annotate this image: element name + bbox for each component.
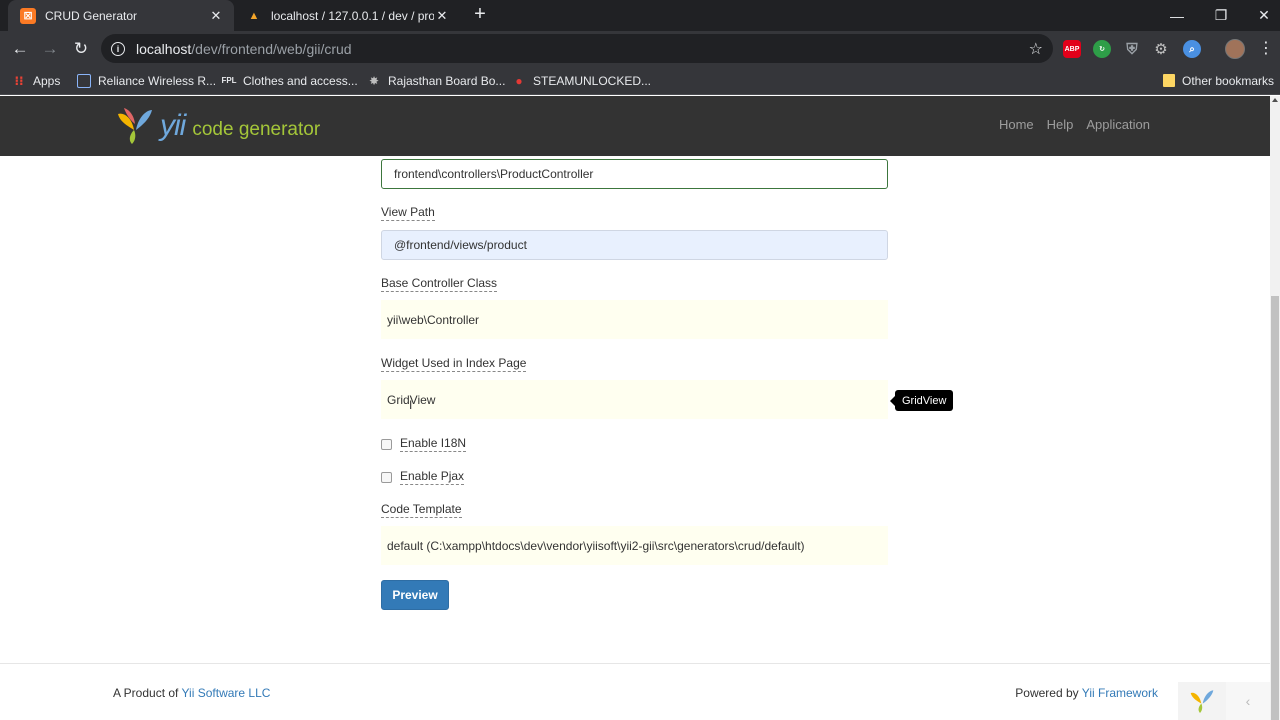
scrollbar-thumb[interactable]	[1271, 296, 1279, 720]
browser-tab-crud-generator[interactable]: ⊠ CRUD Generator ✕	[8, 0, 234, 31]
bookmark-label: Clothes and access...	[243, 73, 358, 88]
tab-title: CRUD Generator	[45, 8, 138, 23]
nav-help[interactable]: Help	[1047, 117, 1074, 132]
folder-icon	[1163, 74, 1175, 87]
tab-title: localhost / 127.0.0.1 / dev / prod	[271, 8, 434, 23]
page-viewport: yii code generator Home Help Application…	[0, 96, 1280, 720]
code-template-label: Code Template	[381, 502, 462, 518]
nav-application[interactable]: Application	[1086, 117, 1150, 132]
code-template-sticky-value[interactable]: default (C:\xampp\htdocs\dev\vendor\yiis…	[381, 526, 888, 565]
page-scrollbar[interactable]	[1270, 96, 1280, 720]
view-path-label: View Path	[381, 205, 435, 221]
back-arrow-icon[interactable]: ←	[8, 37, 32, 61]
bookmark-clothes[interactable]: FPL Clothes and access...	[221, 71, 358, 90]
phpmyadmin-favicon-icon: ▲	[248, 9, 260, 22]
footer-left: A Product of Yii Software LLC	[113, 686, 270, 700]
adblock-plus-icon[interactable]: ABP	[1063, 40, 1081, 58]
brand-text: code generator	[192, 119, 321, 140]
text-cursor-icon: I	[409, 398, 413, 412]
xampp-favicon-icon: ⊠	[20, 7, 36, 24]
browser-toolbar: ← → ↻ i localhost/dev/frontend/web/gii/c…	[0, 31, 1280, 66]
enable-i18n-checkbox[interactable]	[381, 438, 392, 450]
shield-extension-icon[interactable]: ⛨	[1123, 40, 1141, 58]
search-extension-icon[interactable]: ⌕	[1183, 40, 1201, 58]
close-window-button[interactable]: ✕	[1242, 0, 1280, 31]
bookmark-label: Apps	[33, 73, 61, 88]
footer-left-text: A Product of	[113, 686, 182, 700]
preview-button[interactable]: Preview	[381, 580, 449, 610]
nav-home[interactable]: Home	[999, 117, 1034, 132]
footer-right: Powered by Yii Framework	[1015, 686, 1158, 700]
reload-icon[interactable]: ↻	[69, 37, 93, 61]
controller-class-input[interactable]: frontend\controllers\ProductController	[381, 159, 888, 189]
steam-favicon-icon: ●	[515, 73, 523, 88]
bookmark-label: Reliance Wireless R...	[98, 73, 217, 88]
brand-yii: yii	[160, 109, 186, 142]
menu-kebab-icon[interactable]: ⋮	[1258, 39, 1274, 59]
bookmark-star-icon[interactable]: ☆	[1029, 39, 1043, 59]
yii-framework-link[interactable]: Yii Framework	[1082, 686, 1158, 700]
forward-arrow-icon[interactable]: →	[38, 37, 62, 61]
gear-extension-icon[interactable]: ⚙	[1152, 40, 1170, 58]
widget-sticky-value[interactable]: GridView	[381, 380, 888, 419]
view-path-input[interactable]: @frontend/views/product	[381, 230, 888, 260]
apps-grid-icon: ⁝⁝	[14, 73, 24, 88]
info-icon[interactable]: i	[111, 41, 125, 56]
base-controller-sticky-value[interactable]: yii\web\Controller	[381, 300, 888, 339]
chevron-left-icon[interactable]: ‹	[1226, 682, 1270, 720]
enable-pjax-row: Enable Pjax	[381, 469, 465, 485]
yii-software-link[interactable]: Yii Software LLC	[182, 686, 271, 700]
new-tab-button[interactable]: +	[469, 4, 491, 26]
avatar[interactable]	[1225, 39, 1245, 59]
address-bar[interactable]: i localhost/dev/frontend/web/gii/crud ☆	[101, 34, 1053, 63]
widget-label: Widget Used in Index Page	[381, 356, 527, 372]
yii-logo-icon	[1190, 690, 1214, 713]
bookmark-reliance[interactable]: Reliance Wireless R...	[77, 71, 216, 90]
close-icon[interactable]: ✕	[434, 8, 450, 24]
scroll-up-arrow-icon[interactable]	[1272, 98, 1278, 102]
close-icon[interactable]: ✕	[208, 8, 224, 24]
bookmark-label: Other bookmarks	[1182, 73, 1275, 88]
bookmark-label: STEAMUNLOCKED...	[533, 73, 652, 88]
top-navbar: yii code generator Home Help Application	[0, 96, 1270, 156]
page-footer: A Product of Yii Software LLC Powered by…	[0, 663, 1270, 720]
enable-i18n-label[interactable]: Enable I18N	[400, 436, 467, 452]
bookmark-apps[interactable]: ⁝⁝ Apps	[12, 71, 60, 90]
browser-tab-strip: ⊠ CRUD Generator ✕ ▲ localhost / 127.0.0…	[0, 0, 1280, 31]
yii-logo-icon	[118, 108, 152, 144]
minimize-button[interactable]: —	[1155, 0, 1199, 31]
footer-right-text: Powered by	[1015, 686, 1082, 700]
restore-button[interactable]: ❐	[1199, 0, 1243, 31]
url-path: /dev/frontend/web/gii/crud	[191, 40, 352, 57]
enable-pjax-label[interactable]: Enable Pjax	[400, 469, 465, 485]
bookmark-other[interactable]: Other bookmarks	[1163, 71, 1274, 90]
bookmark-label: Rajasthan Board Bo...	[388, 73, 506, 88]
base-controller-label: Base Controller Class	[381, 276, 498, 292]
url-host: localhost	[136, 40, 192, 57]
bookmarks-bar: ⁝⁝ Apps Reliance Wireless R... FPL Cloth…	[0, 66, 1280, 95]
extension-green-icon[interactable]: ↻	[1093, 40, 1111, 58]
bookmark-steamunlocked[interactable]: ● STEAMUNLOCKED...	[512, 71, 651, 90]
enable-i18n-row: Enable I18N	[381, 436, 467, 452]
fpl-favicon-icon: FPL	[221, 76, 237, 85]
widget-tooltip: GridView	[889, 390, 954, 411]
yii-debug-toolbar-logo[interactable]	[1178, 682, 1226, 720]
browser-tab-phpmyadmin[interactable]: ▲ localhost / 127.0.0.1 / dev / prod ✕	[234, 0, 460, 31]
page-icon	[77, 73, 91, 88]
enable-pjax-checkbox[interactable]	[381, 471, 392, 483]
emblem-favicon-icon: ✸	[368, 73, 380, 88]
bookmark-rajasthan[interactable]: ✸ Rajasthan Board Bo...	[367, 71, 505, 90]
brand-logo[interactable]: yii code generator	[114, 106, 320, 146]
main-nav: Home Help Application	[999, 117, 1150, 132]
